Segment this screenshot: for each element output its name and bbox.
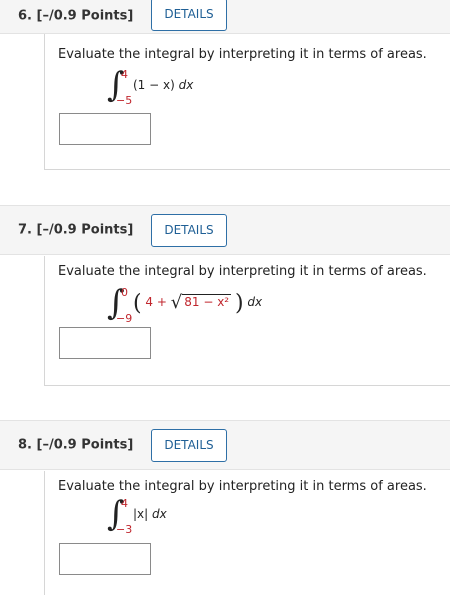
question-7-title: 7. [–/0.9 Points] (18, 222, 134, 238)
question-6-integral: ∫ 4 −5 (1 − x) dx (107, 68, 407, 114)
integrand-expression: (1 − x) (133, 78, 175, 92)
question-6-details-button[interactable]: DETAILS (151, 0, 227, 31)
question-7-integral: ∫ 0 −9 ( 4 + √ 81 − x² ) dx (107, 286, 407, 332)
question-6-prompt: Evaluate the integral by interpreting it… (58, 47, 427, 62)
integrand: |x| dx (133, 507, 167, 521)
integrand: (1 − x) dx (133, 78, 193, 92)
question-7-header: 7. [–/0.9 Points] DETAILS (0, 205, 450, 255)
question-8-header: 8. [–/0.9 Points] DETAILS (0, 420, 450, 470)
integrand-lead: 4 + (145, 295, 167, 309)
differential: dx (178, 78, 194, 92)
integrand: ( 4 + √ 81 − x² ) dx (133, 292, 262, 315)
question-8-details-button[interactable]: DETAILS (151, 429, 227, 462)
radicand: 81 − x² (182, 294, 232, 309)
lower-limit: −5 (116, 94, 133, 107)
question-6-body: Evaluate the integral by interpreting it… (44, 34, 450, 170)
question-8-body: Evaluate the integral by interpreting it… (44, 471, 450, 595)
lower-limit: −3 (116, 523, 133, 536)
question-6-answer-input[interactable] (59, 113, 151, 145)
upper-limit: 0 (121, 286, 128, 299)
question-7-prompt: Evaluate the integral by interpreting it… (58, 264, 427, 279)
question-8-title: 8. [–/0.9 Points] (18, 437, 134, 453)
upper-limit: 4 (121, 497, 128, 510)
question-7-details-button[interactable]: DETAILS (151, 214, 227, 247)
right-paren-icon: ) (234, 291, 244, 316)
question-8-integral: ∫ 4 −3 |x| dx (107, 497, 407, 543)
differential: dx (152, 507, 167, 521)
question-7-body: Evaluate the integral by interpreting it… (44, 256, 450, 386)
question-6-title: 6. [–/0.9 Points] (18, 8, 134, 24)
differential: dx (247, 295, 263, 309)
integrand-expression: |x| (133, 507, 149, 521)
question-6-header: 6. [–/0.9 Points] DETAILS (0, 0, 450, 34)
left-paren-icon: ( (133, 291, 142, 316)
question-8-prompt: Evaluate the integral by interpreting it… (58, 479, 427, 494)
question-8-answer-input[interactable] (59, 543, 151, 575)
question-7-answer-input[interactable] (59, 327, 151, 359)
lower-limit: −9 (116, 312, 133, 325)
upper-limit: 4 (121, 68, 128, 81)
sqrt-icon: √ (170, 292, 183, 313)
